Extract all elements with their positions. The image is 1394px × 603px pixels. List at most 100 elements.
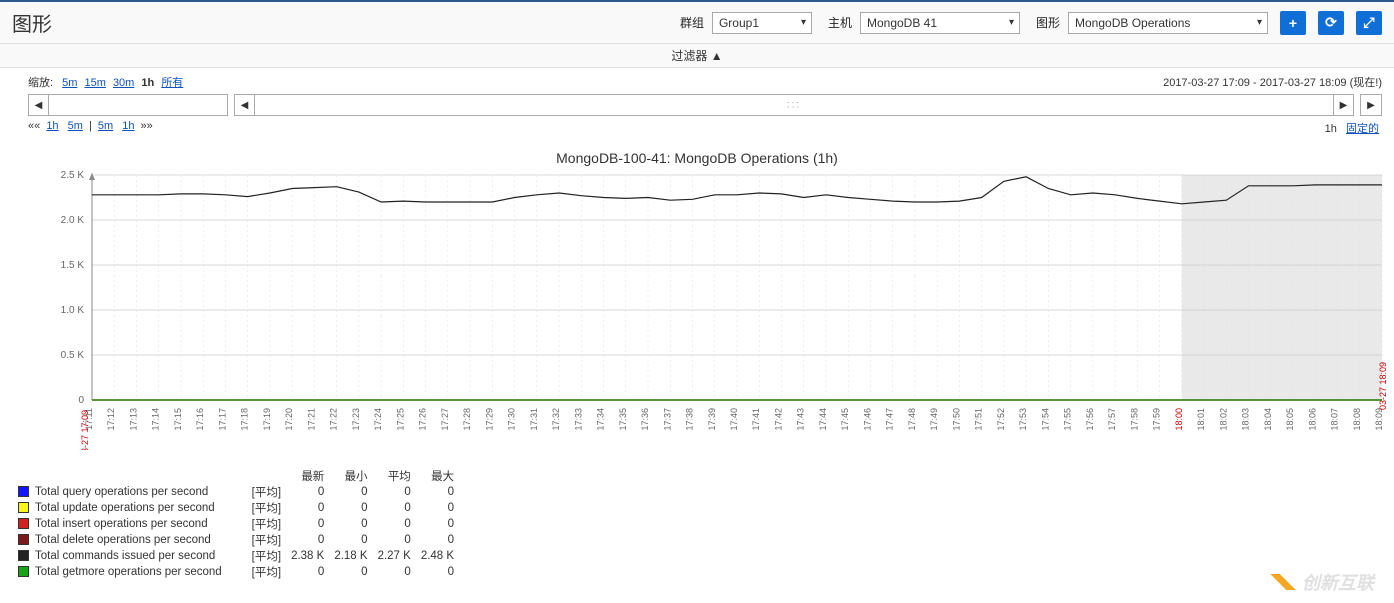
- svg-text:17:27: 17:27: [440, 408, 450, 431]
- time-range: 2017-03-27 17:09 - 2017-03-27 18:09 (现在!…: [1163, 74, 1382, 90]
- scroll-prev-icon[interactable]: ◀: [235, 95, 255, 115]
- legend-row: Total getmore operations per second[平均]0…: [18, 564, 464, 580]
- watermark: 创新互联: [1268, 569, 1374, 595]
- chart-svg: 00.5 K1.0 K1.5 K2.0 K2.5 K17:1117:1217:1…: [2, 170, 1392, 450]
- group-label: 群组: [680, 14, 704, 31]
- legend-row: Total query operations per second[平均]000…: [18, 484, 464, 500]
- svg-text:17:31: 17:31: [529, 408, 539, 431]
- svg-text:17:49: 17:49: [929, 408, 939, 431]
- svg-text:17:32: 17:32: [551, 408, 561, 431]
- svg-text:03-27 18:09: 03-27 18:09: [1378, 362, 1388, 410]
- add-button[interactable]: +: [1280, 11, 1306, 35]
- svg-text:17:12: 17:12: [106, 408, 116, 431]
- svg-text:17:28: 17:28: [462, 408, 472, 431]
- svg-text:17:14: 17:14: [151, 408, 161, 431]
- timeline-scroll[interactable]: ◀ ::: ▶: [234, 94, 1354, 116]
- svg-text:17:47: 17:47: [885, 408, 895, 431]
- svg-text:18:00: 18:00: [1174, 408, 1184, 431]
- grip-icon: :::: [787, 100, 801, 111]
- svg-text:2.0 K: 2.0 K: [61, 215, 85, 226]
- timeline-mini[interactable]: ◀: [28, 94, 228, 116]
- svg-text:17:20: 17:20: [284, 408, 294, 431]
- graph-select[interactable]: MongoDB Operations: [1068, 12, 1268, 34]
- svg-text:03-27 17:09: 03-27 17:09: [80, 410, 90, 450]
- svg-text:17:40: 17:40: [729, 408, 739, 431]
- svg-text:17:53: 17:53: [1018, 408, 1028, 431]
- svg-text:17:56: 17:56: [1085, 408, 1095, 431]
- svg-text:17:18: 17:18: [240, 408, 250, 431]
- svg-text:0.5 K: 0.5 K: [61, 350, 85, 361]
- svg-text:17:59: 17:59: [1152, 408, 1162, 431]
- scroll-next-icon[interactable]: ▶: [1333, 95, 1353, 115]
- svg-text:17:21: 17:21: [306, 408, 316, 431]
- svg-text:18:09: 18:09: [1374, 408, 1384, 431]
- svg-text:17:26: 17:26: [418, 408, 428, 431]
- svg-text:2.5 K: 2.5 K: [61, 170, 85, 181]
- svg-text:17:34: 17:34: [596, 408, 606, 431]
- page-header: 图形 群组 Group1 主机 MongoDB 41 图形 MongoDB Op…: [0, 2, 1394, 44]
- svg-text:1.5 K: 1.5 K: [61, 260, 85, 271]
- svg-text:18:05: 18:05: [1285, 408, 1295, 431]
- chart-title: MongoDB-100-41: MongoDB Operations (1h): [2, 150, 1392, 166]
- svg-text:17:24: 17:24: [373, 408, 383, 431]
- svg-text:17:36: 17:36: [640, 408, 650, 431]
- group-select[interactable]: Group1: [712, 12, 812, 34]
- zoom-所有[interactable]: 所有: [161, 77, 183, 89]
- filter-panel: 缩放: 5m 15m 30m 1h 所有 2017-03-27 17:09 - …: [0, 68, 1394, 140]
- fullscreen-button[interactable]: ⤢: [1356, 11, 1382, 35]
- svg-text:17:37: 17:37: [662, 408, 672, 431]
- period-quicklinks: «« 1h 5m | 5m 1h »»: [28, 120, 153, 136]
- svg-text:18:03: 18:03: [1241, 408, 1251, 431]
- svg-text:18:01: 18:01: [1196, 408, 1206, 431]
- svg-text:17:43: 17:43: [796, 408, 806, 431]
- svg-text:17:42: 17:42: [773, 408, 783, 431]
- fixed-link[interactable]: 固定的: [1346, 123, 1379, 135]
- svg-text:18:07: 18:07: [1330, 408, 1340, 431]
- svg-text:17:51: 17:51: [974, 408, 984, 431]
- svg-text:17:29: 17:29: [484, 408, 494, 431]
- svg-text:17:58: 17:58: [1129, 408, 1139, 431]
- svg-text:17:54: 17:54: [1040, 408, 1050, 431]
- filter-toggle[interactable]: 过滤器 ▲: [0, 44, 1394, 68]
- mini-prev-icon[interactable]: ◀: [29, 95, 49, 115]
- legend-row: Total commands issued per second[平均]2.38…: [18, 548, 464, 564]
- svg-text:17:22: 17:22: [329, 408, 339, 431]
- zoom-30m[interactable]: 30m: [113, 77, 134, 89]
- host-select[interactable]: MongoDB 41: [860, 12, 1020, 34]
- svg-text:17:33: 17:33: [573, 408, 583, 431]
- svg-text:18:02: 18:02: [1218, 408, 1228, 431]
- svg-text:17:45: 17:45: [840, 408, 850, 431]
- svg-text:17:50: 17:50: [951, 408, 961, 431]
- svg-text:17:48: 17:48: [907, 408, 917, 431]
- svg-text:17:19: 17:19: [262, 408, 272, 431]
- svg-text:17:15: 17:15: [173, 408, 183, 431]
- page-title: 图形: [12, 8, 52, 37]
- zoom-1h[interactable]: 1h: [141, 77, 154, 89]
- scroll-end-icon[interactable]: ▶: [1360, 94, 1382, 116]
- svg-text:17:30: 17:30: [507, 408, 517, 431]
- svg-text:0: 0: [78, 395, 84, 406]
- period-fixed: 1h 固定的: [1325, 120, 1382, 136]
- svg-text:1.0 K: 1.0 K: [61, 305, 85, 316]
- svg-text:17:46: 17:46: [862, 408, 872, 431]
- svg-text:17:52: 17:52: [996, 408, 1006, 431]
- refresh-button[interactable]: ⟳: [1318, 11, 1344, 35]
- zoom-links: 缩放: 5m 15m 30m 1h 所有: [28, 74, 185, 90]
- zoom-15m[interactable]: 15m: [84, 77, 105, 89]
- svg-text:17:57: 17:57: [1107, 408, 1117, 431]
- legend-row: Total update operations per second[平均]00…: [18, 500, 464, 516]
- svg-text:17:38: 17:38: [685, 408, 695, 431]
- svg-text:18:06: 18:06: [1307, 408, 1317, 431]
- svg-text:17:25: 17:25: [395, 408, 405, 431]
- svg-text:17:35: 17:35: [618, 408, 628, 431]
- svg-text:18:04: 18:04: [1263, 408, 1273, 431]
- legend-table: 最新最小平均最大Total query operations per secon…: [18, 468, 464, 580]
- chart-container: MongoDB-100-41: MongoDB Operations (1h) …: [0, 140, 1394, 460]
- svg-text:17:17: 17:17: [217, 408, 227, 431]
- svg-text:17:44: 17:44: [818, 408, 828, 431]
- zoom-5m[interactable]: 5m: [62, 77, 77, 89]
- svg-text:17:16: 17:16: [195, 408, 205, 431]
- swoosh-icon: [1268, 574, 1298, 590]
- legend-row: Total insert operations per second[平均]00…: [18, 516, 464, 532]
- svg-text:17:23: 17:23: [351, 408, 361, 431]
